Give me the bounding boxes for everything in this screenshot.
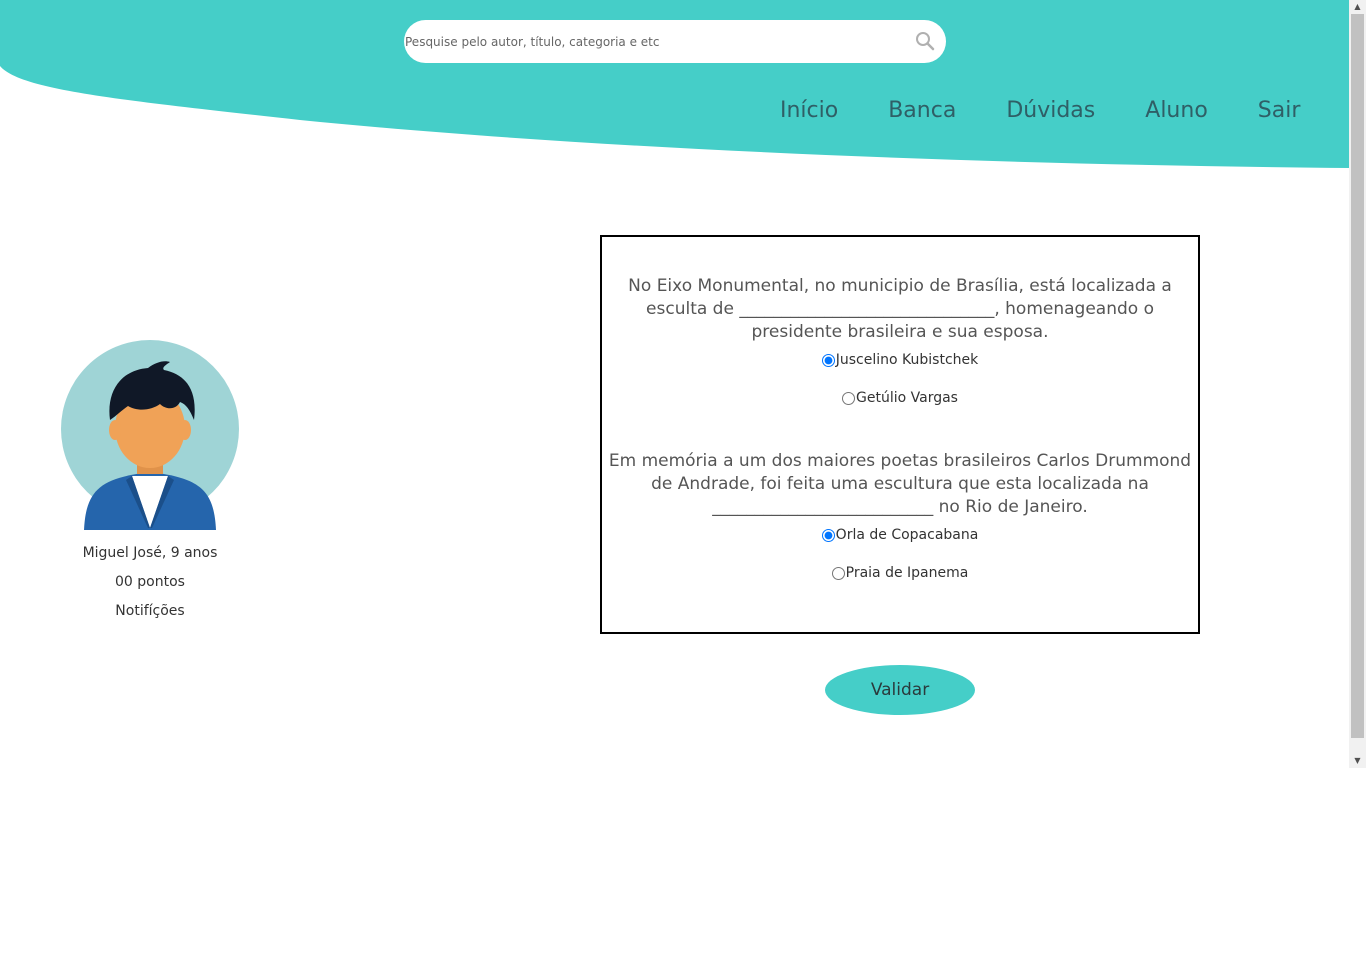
vertical-scrollbar[interactable]: ▲ ▼ [1349, 0, 1366, 768]
student-name-age: Miguel José, 9 anos [82, 545, 218, 561]
student-points: 00 pontos [115, 574, 185, 590]
notifications-link[interactable]: Notifíções [60, 602, 240, 621]
nav-item-sair[interactable]: Sair [1258, 98, 1301, 123]
answer-option-label: Juscelino Kubistchek [835, 352, 979, 368]
search-bar [404, 20, 946, 63]
radio-ipanema[interactable] [831, 566, 845, 580]
question-text: Em memória a um dos maiores poetas brasi… [608, 451, 1192, 517]
radio-getulio[interactable] [842, 391, 856, 405]
page: Início Banca Dúvidas Aluno Sair [0, 0, 1366, 960]
nav-item-banca[interactable]: Banca [888, 98, 956, 123]
main-nav: Início Banca Dúvidas Aluno Sair [780, 98, 1300, 123]
quiz-box: No Eixo Monumental, no municipio de Bras… [600, 235, 1200, 634]
scroll-thumb[interactable] [1351, 14, 1364, 738]
avatar [61, 340, 239, 530]
search-icon[interactable] [914, 30, 936, 52]
radio-juscelino[interactable] [821, 353, 835, 367]
answer-option-label: Orla de Copacabana [835, 527, 979, 543]
answer-option[interactable]: Getúlio Vargas [602, 390, 1198, 406]
nav-item-aluno[interactable]: Aluno [1145, 98, 1208, 123]
scroll-up-icon[interactable]: ▲ [1349, 0, 1366, 14]
validate-button[interactable]: Validar [825, 665, 975, 715]
search-input[interactable] [404, 20, 905, 63]
question-text: No Eixo Monumental, no municipio de Bras… [628, 276, 1172, 342]
answer-option[interactable]: Praia de Ipanema [602, 565, 1198, 581]
answer-option[interactable]: Juscelino Kubistchek [602, 352, 1198, 368]
nav-item-inicio[interactable]: Início [780, 98, 838, 123]
student-profile: Miguel José, 9 anos 00 pontos Notifíções [60, 340, 240, 621]
scroll-down-icon[interactable]: ▼ [1349, 754, 1366, 768]
answer-option-label: Getúlio Vargas [856, 390, 958, 406]
nav-item-duvidas[interactable]: Dúvidas [1006, 98, 1095, 123]
answer-option[interactable]: Orla de Copacabana [602, 527, 1198, 543]
radio-copacabana[interactable] [821, 528, 835, 542]
answer-option-label: Praia de Ipanema [845, 565, 969, 581]
